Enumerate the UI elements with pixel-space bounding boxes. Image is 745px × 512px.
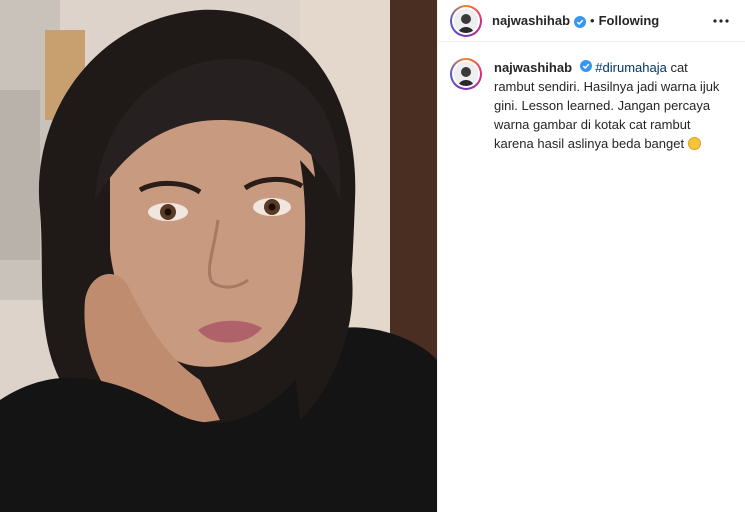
username-link[interactable]: najwashihab xyxy=(492,13,570,28)
avatar[interactable] xyxy=(450,4,482,37)
caption-avatar-image xyxy=(454,62,478,86)
post-header: najwashihab • Following xyxy=(438,0,745,42)
more-options-icon[interactable] xyxy=(709,9,733,33)
following-button[interactable]: Following xyxy=(599,13,660,28)
caption-avatar[interactable] xyxy=(450,58,482,90)
caption-verified-badge-icon xyxy=(579,58,592,72)
post-caption: najwashihab #dirumahaja cat rambut sendi… xyxy=(438,42,745,153)
caption-text: najwashihab #dirumahaja cat rambut sendi… xyxy=(494,58,724,153)
avatar-image xyxy=(454,8,478,33)
hashtag-link[interactable]: #dirumahaja xyxy=(595,60,667,75)
verified-badge-icon xyxy=(574,15,587,28)
separator-dot: • xyxy=(590,13,595,28)
post-side-panel: najwashihab • Following najwashihab #dir… xyxy=(437,0,745,512)
post-photo[interactable] xyxy=(0,0,437,512)
flushed-face-icon xyxy=(687,137,701,150)
caption-username[interactable]: najwashihab xyxy=(494,60,572,75)
post-photo-illustration xyxy=(0,0,437,512)
